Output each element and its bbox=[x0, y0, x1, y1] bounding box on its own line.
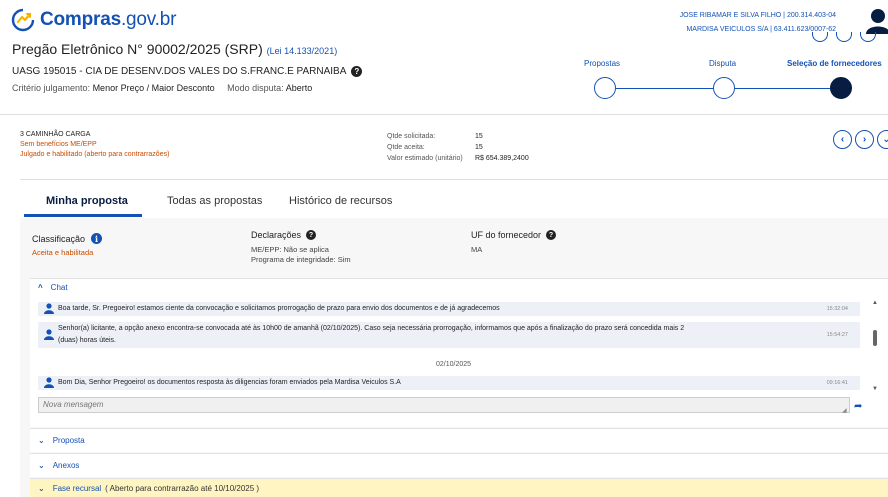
criteria-value: Menor Preço / Maior Desconto bbox=[92, 83, 215, 93]
classification-value: Aceita e habilitada bbox=[32, 248, 94, 257]
chat-message-text: Bom Dia, Senhor Pregoeiro! os documentos… bbox=[58, 379, 401, 386]
chat-message-text: Senhor(a) licitante, a opção anexo encon… bbox=[58, 325, 685, 332]
tab-minha-proposta[interactable]: Minha proposta bbox=[46, 195, 128, 207]
compras-logo[interactable]: Compras.gov.br bbox=[10, 8, 176, 32]
divider bbox=[20, 179, 888, 180]
uf-value: MA bbox=[471, 245, 483, 254]
compras-logo-icon bbox=[11, 8, 35, 32]
active-tab-indicator bbox=[24, 214, 142, 217]
law-link[interactable]: (Lei 14.133/2021) bbox=[267, 46, 338, 56]
qty-requested-value: 15 bbox=[475, 133, 483, 140]
top-bar: Compras.gov.br JOSE RIBAMAR E SILVA FILH… bbox=[0, 0, 888, 40]
logo-text: Compras.gov.br bbox=[40, 9, 176, 31]
step-label-disputa: Disputa bbox=[709, 59, 737, 68]
chat-message: Senhor(a) licitante, a opção anexo encon… bbox=[38, 322, 860, 348]
logo-light: .gov.br bbox=[120, 9, 177, 30]
declarations-text: Declarações bbox=[251, 230, 302, 240]
help-icon[interactable]: ? bbox=[351, 66, 363, 77]
est-value: R$ 654.389,2400 bbox=[475, 155, 529, 162]
step-circle-disputa[interactable] bbox=[713, 77, 735, 99]
qty-accepted-value: 15 bbox=[475, 144, 483, 151]
user-name: JOSE RIBAMAR E SILVA FILHO | 200.314.403… bbox=[679, 12, 836, 19]
mode-value: Aberto bbox=[285, 83, 313, 93]
uasg-line: UASG 195015 - CIA DE DESENV.DOS VALES DO… bbox=[12, 66, 363, 77]
help-icon[interactable]: ? bbox=[546, 230, 557, 240]
chevron-up-icon: ^ bbox=[38, 283, 43, 292]
chevron-right-icon: › bbox=[862, 134, 867, 145]
top-circle-1 bbox=[812, 32, 828, 42]
next-item-button[interactable]: › bbox=[855, 130, 874, 149]
section-fase-label: Fase recursal bbox=[52, 483, 102, 493]
est-value-label: Valor estimado (unitário) bbox=[387, 155, 463, 162]
chevron-down-icon: ⌄ bbox=[38, 483, 45, 493]
info-icon[interactable]: i bbox=[91, 233, 103, 244]
mode-label: Modo disputa: bbox=[227, 83, 284, 93]
section-proposta[interactable]: ⌄ Proposta bbox=[30, 428, 888, 452]
step-line-2 bbox=[735, 88, 831, 89]
logo-bold: Compras bbox=[40, 9, 121, 30]
chevron-left-icon: ‹ bbox=[840, 134, 845, 145]
chat-toggle[interactable]: ^ Chat bbox=[38, 283, 68, 292]
section-proposta-label: Proposta bbox=[52, 436, 85, 445]
top-circle-2 bbox=[836, 32, 852, 42]
chevron-down-icon: ⌄ bbox=[38, 461, 45, 470]
user-icon bbox=[44, 303, 54, 314]
page-title: Pregão Eletrônico N° 90002/2025 (SRP) (L… bbox=[12, 41, 337, 57]
prev-item-button[interactable]: ‹ bbox=[833, 130, 852, 149]
section-anexos-label: Anexos bbox=[52, 461, 80, 470]
section-fase-extra: ( Aberto para contrarrazão até 10/10/202… bbox=[105, 483, 260, 493]
chat-message-text: Boa tarde, Sr. Pregoeiro! estamos ciente… bbox=[58, 305, 500, 312]
classification-label: Classificação i bbox=[32, 233, 103, 244]
item-name: 3 CAMINHÃO CARGA bbox=[20, 131, 91, 138]
chat-message: Boa tarde, Sr. Pregoeiro! estamos ciente… bbox=[38, 302, 860, 316]
divider bbox=[0, 114, 888, 115]
step-circle-selecao[interactable] bbox=[830, 77, 852, 99]
date-separator: 02/10/2025 bbox=[436, 361, 472, 368]
send-icon[interactable]: ➦ bbox=[854, 401, 862, 412]
user-avatar-icon[interactable] bbox=[862, 6, 888, 34]
criteria-label: Critério julgamento: bbox=[12, 83, 91, 93]
tab-todas-propostas[interactable]: Todas as propostas bbox=[167, 195, 262, 207]
qty-accepted-label: Qtde aceita: bbox=[387, 144, 425, 151]
uf-text: UF do fornecedor bbox=[471, 230, 542, 240]
qty-requested-label: Qtde solicitada: bbox=[387, 133, 436, 140]
decl-me-epp: ME/EPP: Não se aplica bbox=[251, 245, 329, 254]
step-label-selecao: Seleção de fornecedores bbox=[787, 59, 882, 68]
classification-text: Classificação bbox=[32, 233, 86, 244]
decl-integridade: Programa de integridade: Sim bbox=[251, 255, 351, 264]
section-fase-recursal[interactable]: ⌄ Fase recursal ( Aberto para contrarraz… bbox=[30, 478, 888, 497]
step-label-propostas: Propostas bbox=[584, 59, 621, 68]
chat-message-time: 09:16:41 bbox=[826, 380, 848, 386]
chat-title: Chat bbox=[50, 283, 68, 292]
user-icon bbox=[44, 329, 54, 340]
resize-handle-icon[interactable]: ◢ bbox=[842, 407, 847, 414]
user-icon bbox=[44, 377, 54, 388]
expand-item-button[interactable]: ⌄ bbox=[877, 130, 888, 149]
step-circle-propostas[interactable] bbox=[594, 77, 616, 99]
criteria-line: Critério julgamento: Menor Preço / Maior… bbox=[12, 83, 312, 93]
top-circle-3 bbox=[860, 32, 876, 42]
step-line-1 bbox=[616, 88, 713, 89]
item-benefit: Sem benefícios ME/EPP bbox=[20, 141, 97, 148]
title-main: Pregão Eletrônico N° 90002/2025 (SRP) bbox=[12, 41, 263, 57]
declarations-label: Declarações ? bbox=[251, 230, 317, 240]
uf-label: UF do fornecedor ? bbox=[471, 230, 557, 240]
scroll-down-arrow[interactable]: ▼ bbox=[872, 386, 878, 392]
section-anexos[interactable]: ⌄ Anexos bbox=[30, 453, 888, 477]
chat-message-text-cont: (duas) horas úteis. bbox=[58, 337, 116, 344]
scroll-up-arrow[interactable]: ▲ bbox=[872, 300, 878, 306]
chat-message-time: 15:32:04 bbox=[826, 306, 848, 312]
chat-scrollbar-thumb[interactable] bbox=[873, 330, 877, 346]
chat-message: Bom Dia, Senhor Pregoeiro! os documentos… bbox=[38, 376, 860, 390]
new-message-input[interactable]: Nova mensagem bbox=[38, 397, 850, 413]
uasg-text: UASG 195015 - CIA DE DESENV.DOS VALES DO… bbox=[12, 66, 347, 77]
help-icon[interactable]: ? bbox=[306, 230, 317, 240]
chevron-down-icon: ⌄ bbox=[882, 134, 888, 145]
item-status: Julgado e habilitado (aberto para contra… bbox=[20, 151, 170, 158]
chat-message-time: 15:54:27 bbox=[826, 332, 848, 338]
page: Compras.gov.br JOSE RIBAMAR E SILVA FILH… bbox=[0, 0, 888, 497]
chevron-down-icon: ⌄ bbox=[38, 436, 45, 445]
tab-historico-recursos[interactable]: Histórico de recursos bbox=[289, 195, 392, 207]
